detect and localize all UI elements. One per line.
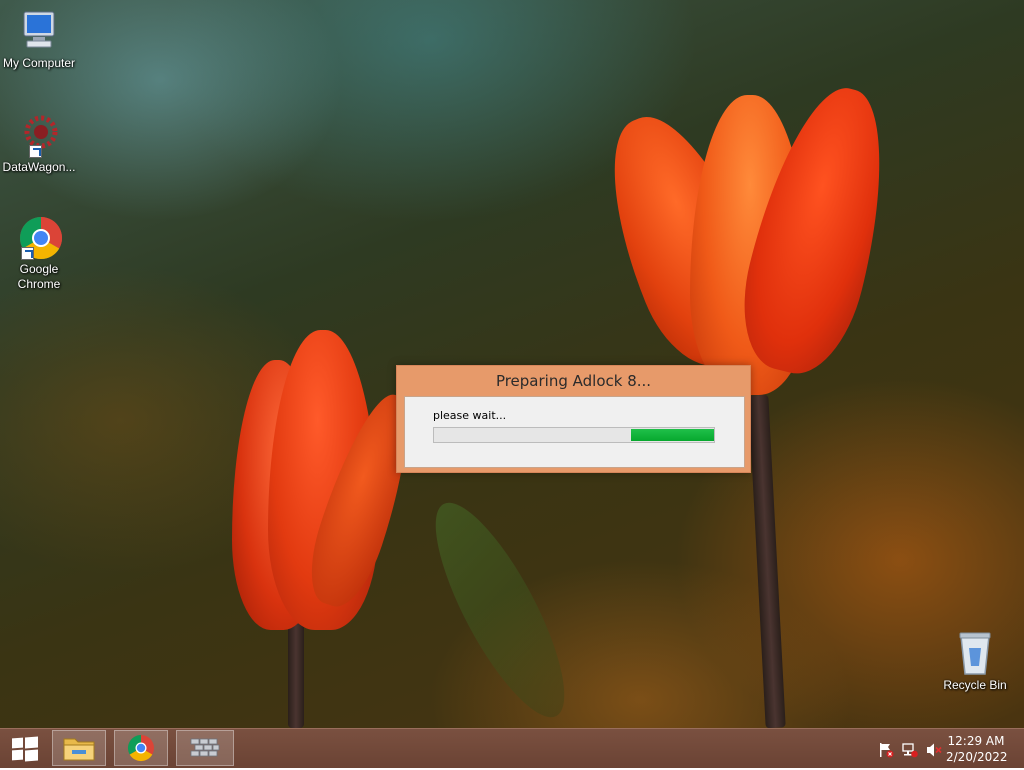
progress-bar — [433, 427, 715, 443]
volume-muted-icon[interactable] — [926, 742, 942, 757]
desktop-icon-datawagon[interactable]: DataWagon... — [0, 112, 78, 175]
dialog-body: please wait... — [404, 396, 745, 468]
desktop-icon-label: DataWagon... — [2, 160, 76, 174]
desktop-icon-recycle-bin[interactable]: Recycle Bin — [936, 630, 1014, 693]
taskbar-file-explorer[interactable] — [52, 730, 106, 766]
folder-icon — [63, 738, 95, 761]
start-button[interactable] — [0, 729, 48, 768]
system-tray: 12:29 AM 2/20/2022 — [864, 729, 1024, 768]
desktop-icon-google-chrome[interactable]: Google Chrome — [0, 214, 78, 292]
desktop-icon-label: Google Chrome — [17, 262, 61, 291]
wallpaper-leaf — [412, 487, 588, 728]
computer-icon — [15, 8, 63, 54]
clock-date: 2/20/2022 — [946, 750, 1008, 764]
network-icon[interactable] — [902, 742, 918, 758]
chrome-icon — [15, 214, 63, 260]
clock-time: 12:29 AM — [947, 734, 1005, 748]
install-progress-dialog[interactable]: Preparing Adlock 8... please wait... — [396, 365, 751, 473]
desktop-icon-my-computer[interactable]: My Computer — [0, 8, 78, 71]
wallpaper-stem — [748, 394, 786, 728]
taskbar: 12:29 AM 2/20/2022 — [0, 728, 1024, 768]
taskbar-clock[interactable]: 12:29 AM 2/20/2022 — [946, 733, 1008, 765]
shortcut-arrow-icon — [29, 145, 42, 158]
brick-wall-icon — [190, 738, 220, 757]
dialog-message: please wait... — [433, 409, 507, 422]
desktop-background: My Computer DataWagon... Google Chrome R… — [0, 0, 1024, 728]
action-center-flag-icon[interactable] — [878, 742, 894, 758]
datawagon-icon — [15, 112, 63, 158]
desktop-icon-label: My Computer — [2, 56, 76, 70]
chrome-icon — [127, 734, 154, 762]
taskbar-google-chrome[interactable] — [114, 730, 168, 766]
taskbar-firewall-app[interactable] — [176, 730, 234, 766]
shortcut-arrow-icon — [21, 247, 34, 260]
progress-bar-marquee-chunk — [631, 429, 714, 441]
recycle-bin-icon — [951, 630, 999, 676]
dialog-title[interactable]: Preparing Adlock 8... — [397, 366, 750, 396]
desktop-icon-label: Recycle Bin — [943, 678, 1007, 692]
